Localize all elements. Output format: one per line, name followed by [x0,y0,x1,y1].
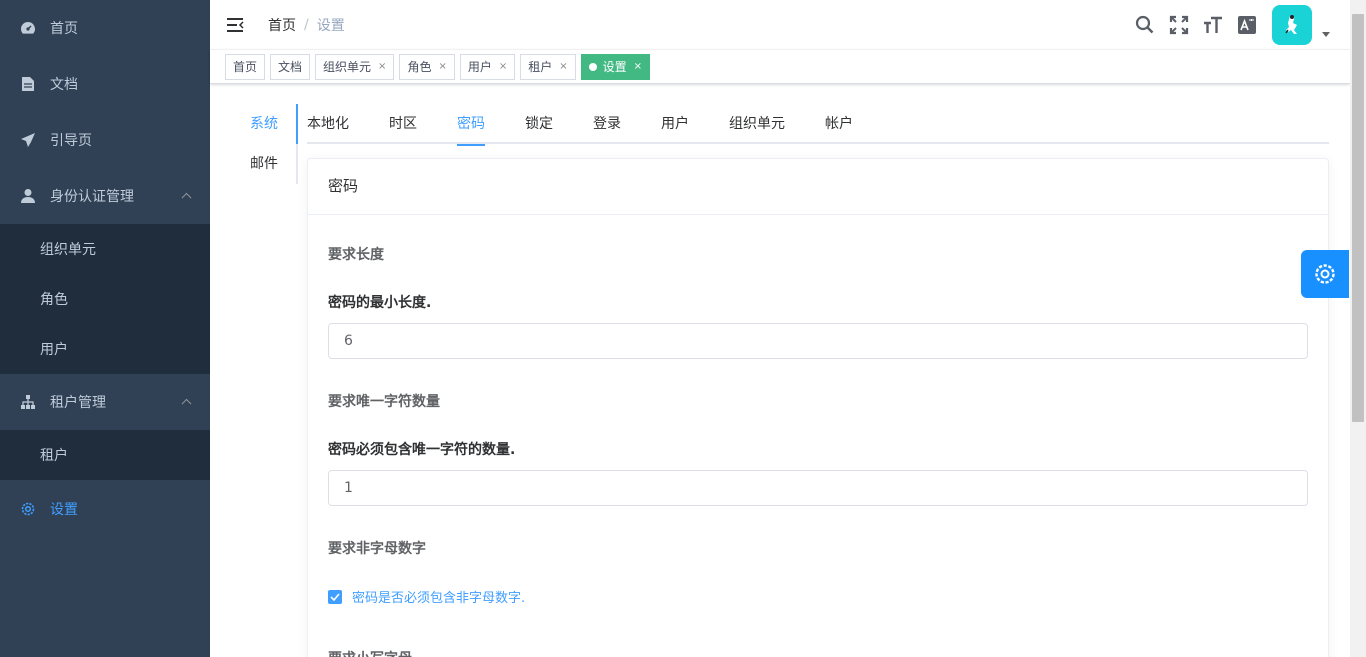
user-icon [20,188,36,204]
paper-plane-icon [20,132,36,148]
tab-org-unit[interactable]: 组织单元 [729,104,785,144]
right-menu [1128,0,1350,50]
sidebar-item-guide[interactable]: 引导页 [0,112,210,168]
navbar: 首页 / 设置 [210,0,1350,50]
fullscreen-icon[interactable] [1162,0,1196,50]
sidebar-item-users[interactable]: 用户 [0,324,210,374]
tag-docs[interactable]: 文档 [270,53,311,80]
tag-label: 角色 [407,59,432,74]
caret-down-icon[interactable] [1322,31,1330,37]
main-area: 首页 / 设置 首页 文档 组织单元 × 角色 × 用户 × 租户 × 设置 ×… [210,0,1350,657]
search-icon[interactable] [1128,0,1162,50]
non-alnum-checkbox-label: 密码是否必须包含非字母数字. [352,591,526,606]
vtab-system[interactable]: 系统 [240,104,296,144]
translate-icon[interactable] [1230,0,1264,50]
unique-chars-input[interactable]: 1 [328,470,1308,506]
close-icon[interactable]: × [559,55,567,79]
sidebar-item-label: 设置 [50,502,78,518]
tags-view: 首页 文档 组织单元 × 角色 × 用户 × 租户 × 设置 × [210,50,1350,84]
breadcrumb-separator: / [304,16,309,33]
close-icon[interactable]: × [634,55,642,79]
tag-label: 组织单元 [323,59,372,74]
tab-localization[interactable]: 本地化 [307,104,349,144]
tag-label: 租户 [528,59,553,74]
tag-org-units[interactable]: 组织单元 × [315,53,395,80]
min-length-label: 密码的最小长度. [328,295,432,311]
close-icon[interactable]: × [499,55,507,79]
tab-timezone[interactable]: 时区 [389,104,417,144]
tag-label: 首页 [233,59,258,74]
sidebar-item-label: 首页 [50,21,78,37]
settings-float-button[interactable] [1301,250,1349,298]
tab-user[interactable]: 用户 [661,104,689,144]
gear-icon [20,501,36,517]
unique-chars-label: 密码必须包含唯一字符的数量. [328,442,516,458]
chevron-up-icon [181,398,192,409]
dashboard-icon [20,20,36,36]
sidebar-item-identity[interactable]: 身份认证管理 [0,168,210,224]
vtab-active-bar [296,104,298,144]
vertical-tabs: 系统 邮件 [240,104,298,184]
card-body: 要求长度 密码的最小长度. 6 要求唯一字符数量 密码必须包含唯一字符的数量. … [308,244,1328,657]
sidebar-item-org-units[interactable]: 组织单元 [0,224,210,274]
hamburger-icon[interactable] [210,0,260,50]
tree-icon [20,394,36,410]
card-title: 密码 [308,159,1328,215]
tab-login[interactable]: 登录 [593,104,621,144]
horizontal-tabs: 本地化 时区 密码 锁定 登录 用户 组织单元 帐户 [307,104,1329,146]
chevron-up-icon [181,192,192,203]
sidebar-item-roles[interactable]: 角色 [0,274,210,324]
gear-icon [1315,264,1335,284]
sidebar-item-label: 文档 [50,77,78,93]
breadcrumb: 首页 / 设置 [268,15,345,35]
tag-roles[interactable]: 角色 × [399,53,455,80]
tag-tenants[interactable]: 租户 × [520,53,576,80]
password-settings-card: 密码 要求长度 密码的最小长度. 6 要求唯一字符数量 密码必须包含唯一字符的数… [307,158,1329,657]
unique-chars-title: 要求唯一字符数量 [328,394,440,410]
sidebar-item-settings[interactable]: 设置 [0,480,210,538]
sidebar-item-label: 身份认证管理 [50,189,134,205]
tab-password[interactable]: 密码 [457,104,485,146]
tag-label: 用户 [467,59,492,74]
required-length-title: 要求长度 [328,247,384,263]
sidebar: 首页 文档 引导页 身份认证管理 组织单元 角色 用户 租户管理 租户 设置 [0,0,210,657]
close-icon[interactable]: × [438,55,446,79]
sidebar-item-docs[interactable]: 文档 [0,56,210,112]
sidebar-item-tenant-management[interactable]: 租户管理 [0,374,210,430]
close-icon[interactable]: × [378,55,386,79]
non-alnum-checkbox-row[interactable]: 密码是否必须包含非字母数字. [328,587,1308,606]
tag-users[interactable]: 用户 × [459,53,516,80]
breadcrumb-home[interactable]: 首页 [268,15,296,35]
sidebar-item-home[interactable]: 首页 [0,0,210,56]
page-scrollbar[interactable] [1350,0,1366,657]
identity-submenu: 组织单元 角色 用户 [0,224,210,374]
tab-lockout[interactable]: 锁定 [525,104,553,144]
avatar[interactable] [1272,5,1312,45]
checkbox-checked-icon[interactable] [328,589,342,604]
tag-label: 文档 [278,59,303,74]
tag-home[interactable]: 首页 [225,53,266,80]
scrollbar-thumb[interactable] [1352,14,1364,422]
non-alnum-title: 要求非字母数字 [328,541,426,557]
tab-account[interactable]: 帐户 [825,104,853,144]
sidebar-item-label: 租户管理 [50,395,106,411]
lowercase-title: 要求小写字母 [328,648,1308,657]
min-length-input[interactable]: 6 [328,323,1308,359]
vtab-email[interactable]: 邮件 [240,144,296,184]
document-icon [20,76,36,92]
sidebar-item-tenants[interactable]: 租户 [0,430,210,480]
breadcrumb-current: 设置 [316,17,345,34]
tag-settings[interactable]: 设置 × [580,53,651,80]
font-size-icon[interactable] [1196,0,1230,50]
tenant-submenu: 租户 [0,430,210,480]
tag-label: 设置 [602,59,627,74]
active-dot [588,62,597,71]
sidebar-item-label: 引导页 [50,133,92,149]
